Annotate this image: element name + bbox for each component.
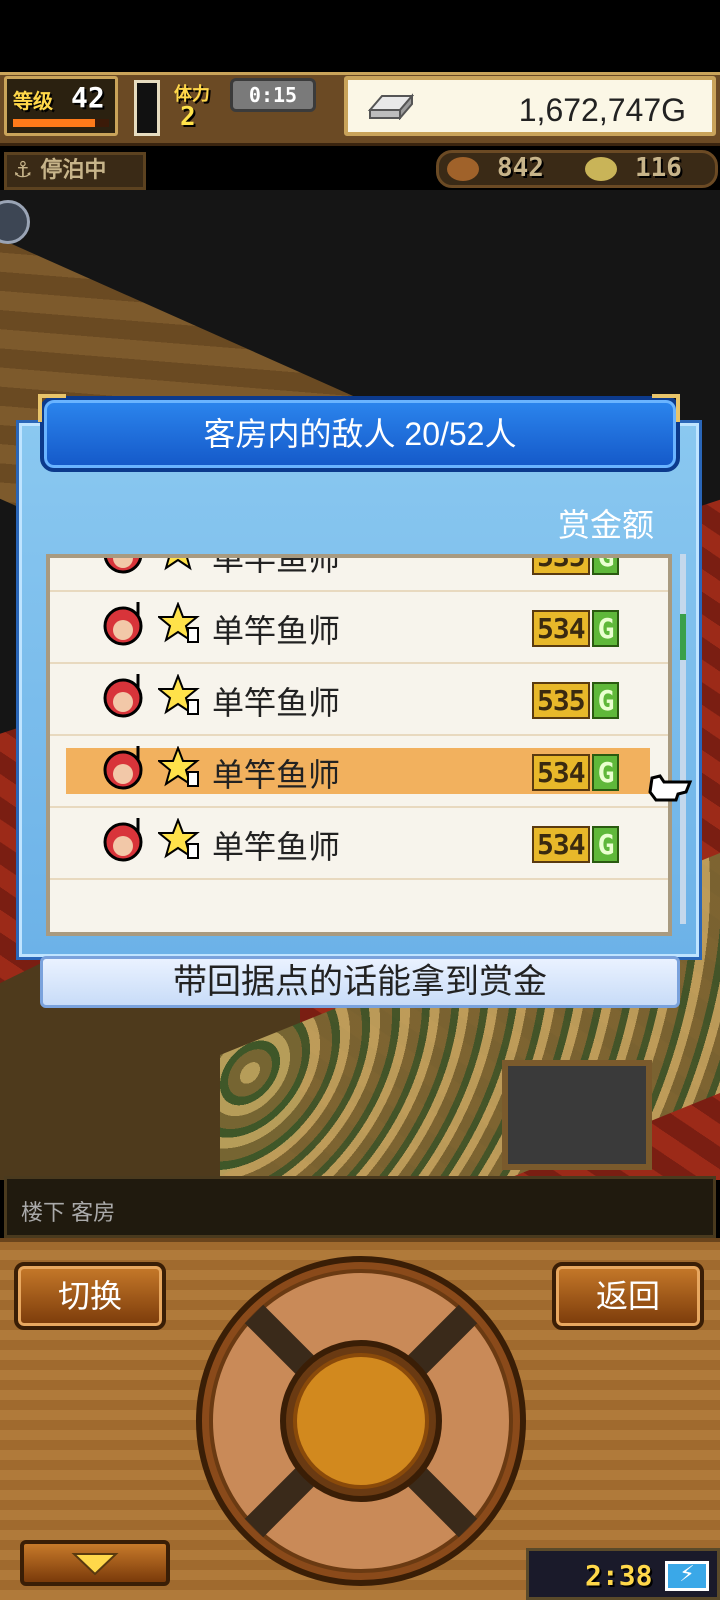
list-item[interactable]: 单竿鱼师 534 G	[50, 592, 668, 664]
switch-button[interactable]: 切换	[14, 1262, 166, 1330]
bounty-value: 534 G	[532, 754, 620, 791]
docked-label: 停泊中	[40, 158, 107, 183]
enemy-name: 单竿鱼师	[212, 613, 341, 649]
resource-a-value: 842	[497, 153, 544, 183]
bounty-number: 534	[532, 754, 590, 791]
list-scrollbar[interactable]	[680, 554, 686, 924]
stamina-timer: 0:15	[230, 78, 316, 112]
gold-bar-icon	[367, 93, 414, 120]
bounty-number: 534	[532, 610, 590, 647]
level-value: 42	[71, 81, 105, 114]
storage-crate	[502, 1060, 652, 1170]
list-item[interactable]: 单竿鱼师 535 G	[50, 664, 668, 736]
location-label: 楼下 客房	[4, 1176, 716, 1238]
enemy-list[interactable]: 单竿鱼师 535 G 单竿鱼师 534 G 单竿鱼师 535 G 单竿鱼师 534 G …	[46, 554, 672, 936]
down-arrow-icon	[71, 1553, 119, 1576]
hint-message: 带回据点的话能拿到赏金	[40, 956, 680, 1008]
star-rank-icon	[158, 818, 200, 859]
fisherman-avatar-icon	[103, 602, 143, 646]
fisherman-avatar-icon	[103, 746, 143, 790]
docked-status: ⚓ 停泊中	[4, 152, 146, 190]
gold-box: 1,672,747G	[344, 76, 716, 136]
enemy-name: 单竿鱼师	[212, 685, 341, 721]
battery-icon: ⚡	[665, 1561, 709, 1591]
clock-value: 2:38	[585, 1559, 653, 1592]
level-box: 等级 42	[4, 76, 118, 136]
gold-unit: G	[591, 558, 620, 575]
fisherman-avatar-icon	[103, 818, 143, 862]
star-rank-icon	[158, 746, 200, 787]
bounty-value: 535 G	[532, 558, 620, 575]
stamina-box: 体力 2 0:15	[166, 76, 324, 138]
scrollbar-thumb[interactable]	[680, 614, 686, 660]
collapse-button[interactable]	[20, 1540, 170, 1586]
dialog-title: 客房内的敌人 20/52人	[40, 396, 680, 472]
bounty-number: 534	[532, 826, 590, 863]
resource-box: 842 116	[436, 150, 718, 188]
enemy-name: 单竿鱼师	[212, 829, 341, 865]
corner-ornament	[38, 394, 66, 422]
food-icon	[447, 157, 479, 181]
exp-fill	[13, 119, 95, 127]
bounty-number: 535	[532, 682, 590, 719]
list-item[interactable]: 单竿鱼师 534 G	[50, 808, 668, 880]
gold-unit: G	[591, 610, 620, 647]
star-rank-icon	[158, 674, 200, 715]
star-rank-icon	[158, 602, 200, 643]
level-label: 等级	[13, 89, 53, 113]
vertical-gauge	[134, 80, 160, 136]
pointing-hand-icon	[648, 774, 693, 802]
bounty-value: 535 G	[532, 682, 620, 719]
back-button[interactable]: 返回	[552, 1262, 704, 1330]
gold-unit: G	[591, 826, 620, 863]
list-item-selected[interactable]: 单竿鱼师 534 G	[50, 736, 668, 808]
gold-value: 1,672,747G	[518, 92, 686, 128]
list-item[interactable]: 单竿鱼师 535 G	[50, 554, 668, 592]
fisherman-avatar-icon	[103, 674, 143, 718]
fisherman-avatar-icon	[103, 558, 143, 574]
resource-b-value: 116	[635, 153, 682, 183]
exp-bar	[13, 119, 109, 127]
directional-pad[interactable]	[194, 1254, 528, 1588]
bounty-value: 534 G	[532, 610, 620, 647]
corner-ornament	[652, 394, 680, 422]
medal-icon	[585, 157, 617, 181]
gold-unit: G	[591, 754, 620, 791]
enemy-name: 单竿鱼师	[212, 554, 341, 577]
stamina-value: 2	[180, 102, 196, 132]
star-rank-icon	[164, 558, 192, 571]
enemy-name: 单竿鱼师	[212, 757, 341, 793]
status-clock: 2:38 ⚡	[526, 1548, 720, 1600]
bounty-value: 534 G	[532, 826, 620, 863]
bounty-number: 535	[532, 558, 590, 575]
bounty-header: 赏金额	[557, 507, 654, 543]
gold-unit: G	[591, 682, 620, 719]
